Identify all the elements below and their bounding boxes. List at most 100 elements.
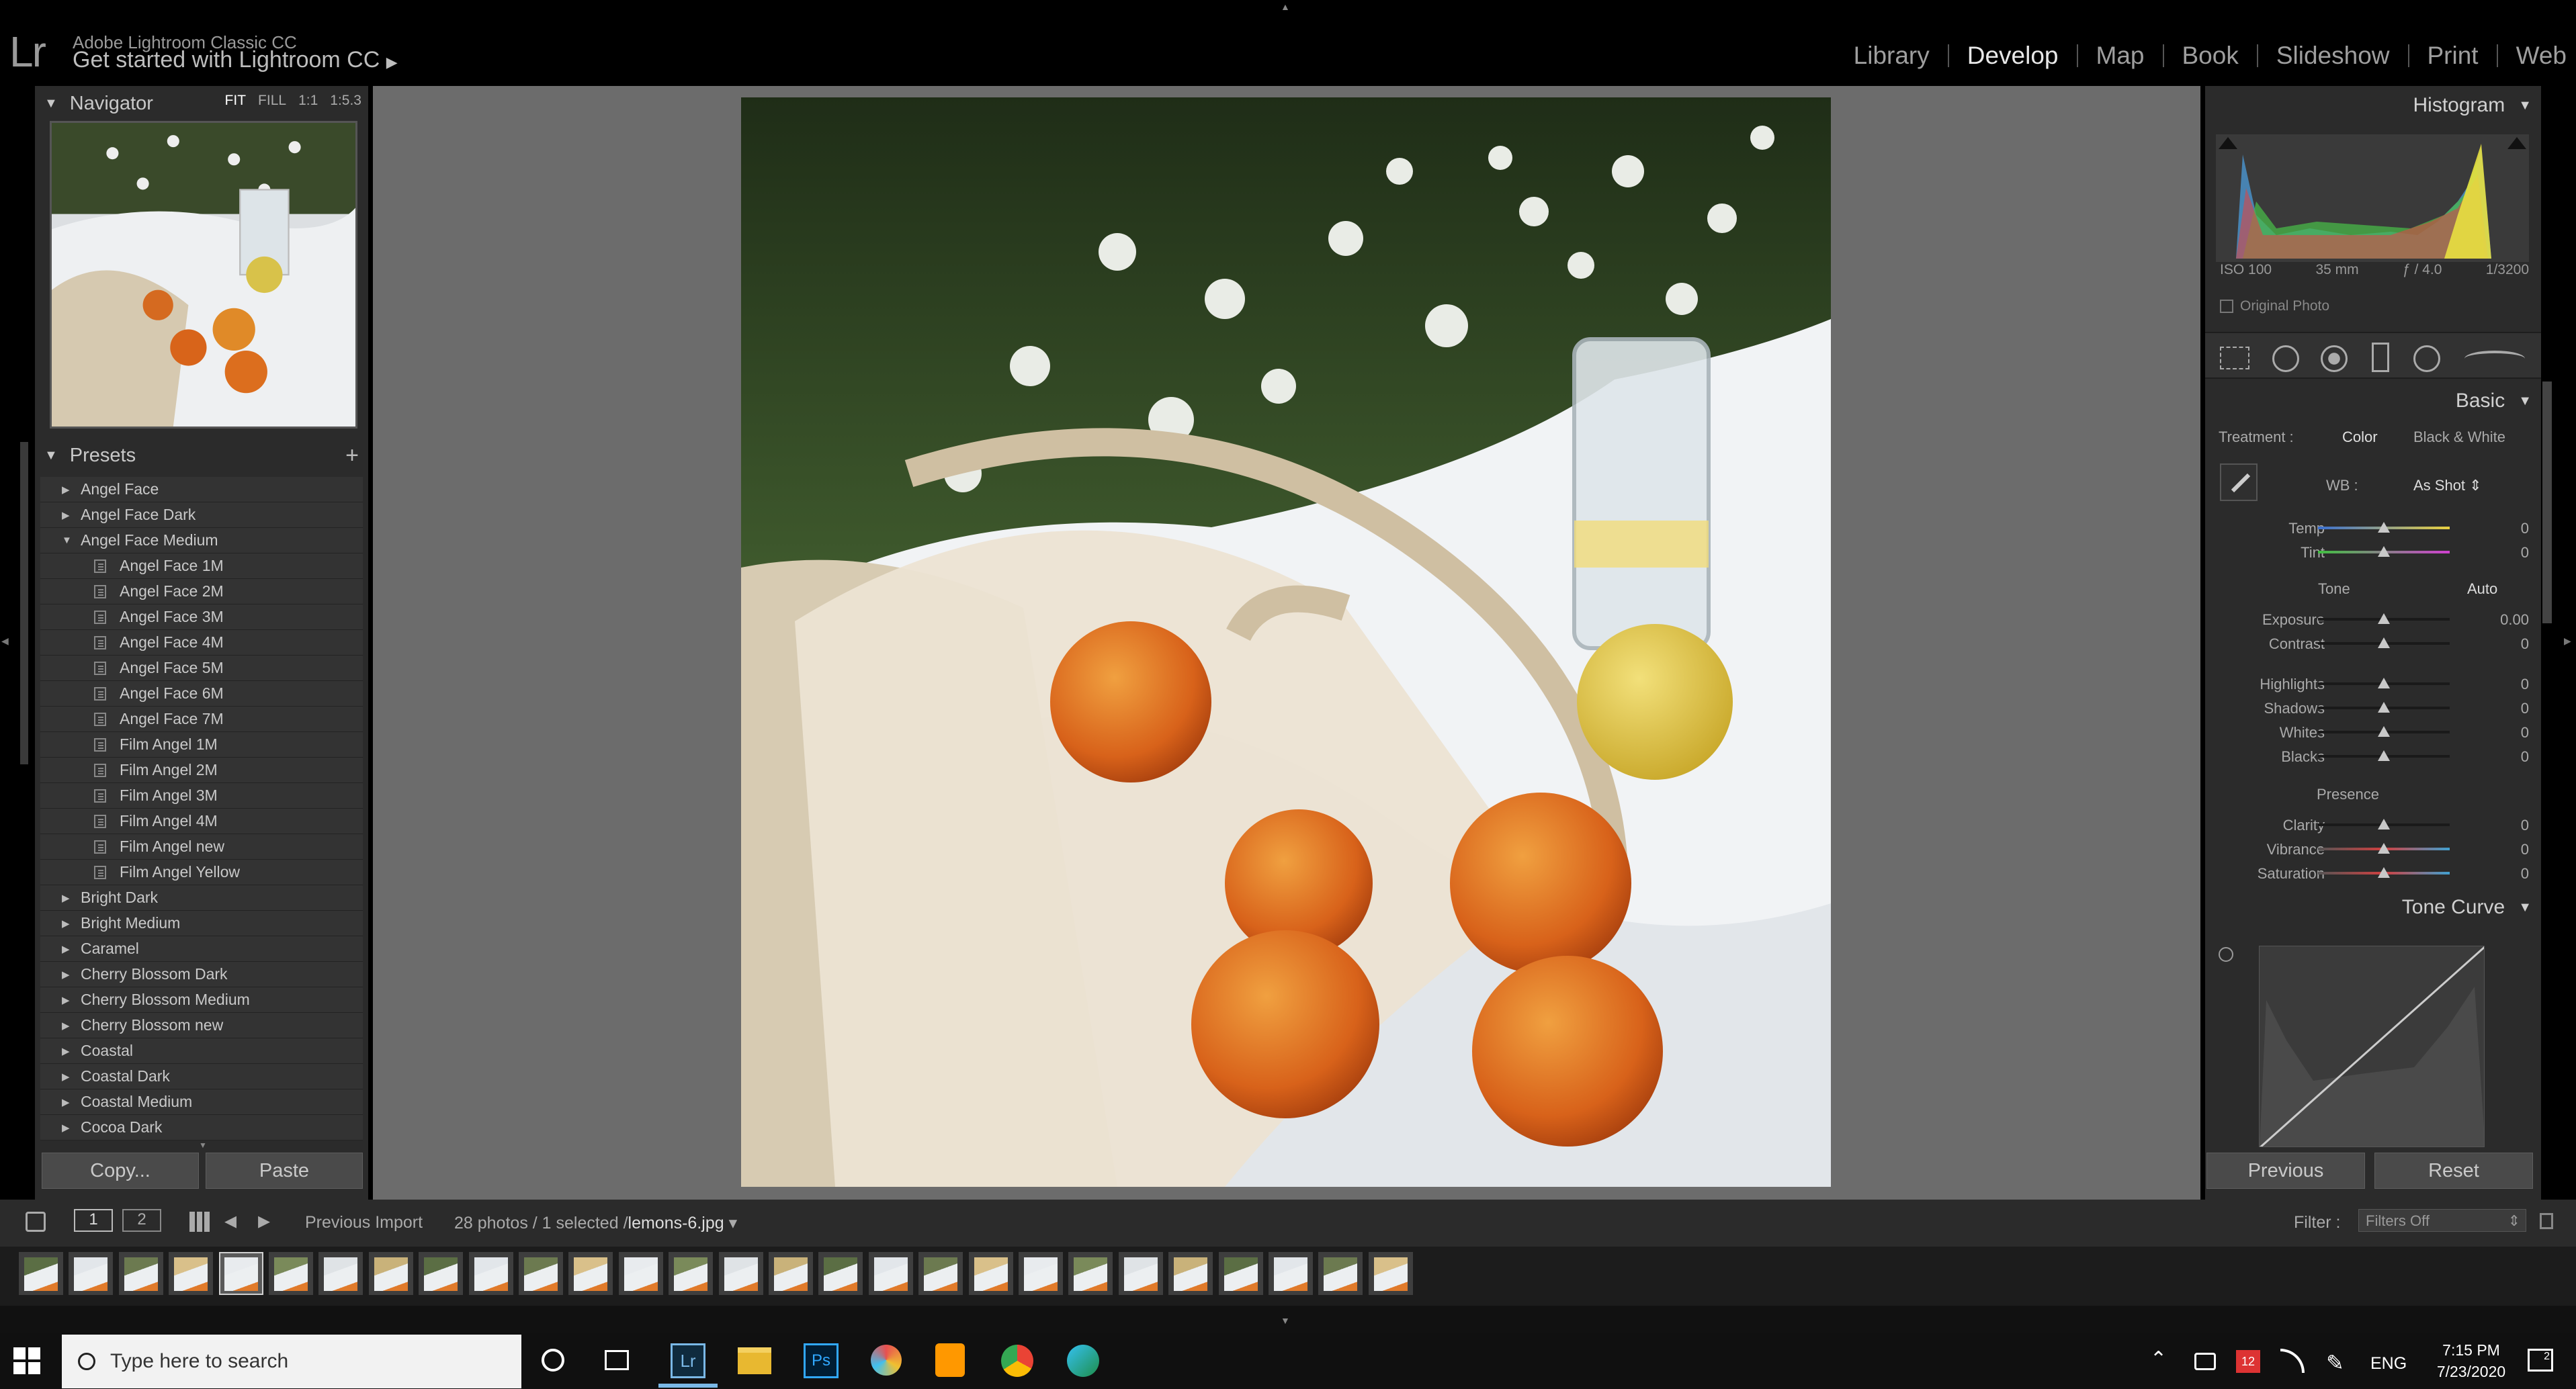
preset-folder[interactable]: ▶ Cherry Blossom Medium: [40, 987, 363, 1013]
main-photo[interactable]: [741, 97, 1831, 1187]
language-indicator[interactable]: ENG: [2370, 1354, 2407, 1374]
presets-header[interactable]: ▼ Presets +: [35, 439, 368, 472]
zoom-fit[interactable]: FIT: [225, 93, 247, 109]
chrome-icon[interactable]: [1001, 1345, 1033, 1377]
slider-knob[interactable]: [2378, 637, 2390, 648]
filmstrip-thumbnail[interactable]: [118, 1252, 163, 1295]
collapsed-triangle-icon[interactable]: ▶: [62, 1045, 71, 1057]
histogram-graph[interactable]: [2216, 134, 2529, 262]
filmstrip-thumbnail[interactable]: [968, 1252, 1013, 1295]
clock[interactable]: 7:15 PM 7/23/2020: [2424, 1339, 2518, 1382]
checkbox[interactable]: [2220, 300, 2233, 313]
preset-folder[interactable]: ▶ Cocoa Dark: [40, 1115, 363, 1140]
preset-item[interactable]: Angel Face 1M: [40, 553, 363, 579]
filmstrip-thumbnail[interactable]: [468, 1252, 513, 1295]
preset-item[interactable]: Angel Face 3M: [40, 604, 363, 630]
filmstrip-thumbnail[interactable]: [1318, 1252, 1363, 1295]
slider-value[interactable]: 0: [2521, 700, 2529, 717]
zoom-custom[interactable]: 1:5.3: [330, 93, 361, 109]
filmstrip-thumbnail[interactable]: [1269, 1252, 1313, 1295]
preset-folder[interactable]: ▶ Cherry Blossom new: [40, 1013, 363, 1038]
preset-folder[interactable]: ▶ Bright Medium: [40, 911, 363, 936]
secondary-display-icon[interactable]: [26, 1212, 46, 1232]
radial-filter-icon[interactable]: [2413, 345, 2440, 372]
preset-item[interactable]: Angel Face 6M: [40, 681, 363, 707]
preset-folder[interactable]: ▶ Angel Face: [40, 477, 363, 502]
right-scrollbar[interactable]: [2542, 382, 2552, 623]
preset-item[interactable]: Film Angel 4M: [40, 809, 363, 834]
main-window-1[interactable]: 1: [74, 1209, 113, 1232]
filmstrip-thumbnail[interactable]: [818, 1252, 863, 1295]
histogram-header[interactable]: Histogram ▼: [2205, 89, 2541, 122]
preset-item[interactable]: Film Angel 1M: [40, 732, 363, 758]
filmstrip-source[interactable]: Previous Import: [305, 1213, 423, 1233]
tray-chevron-icon[interactable]: ⌃: [2150, 1347, 2167, 1371]
task-view-icon[interactable]: [605, 1350, 629, 1370]
preset-folder[interactable]: ▶ Cherry Blossom Dark: [40, 962, 363, 987]
davinci-resolve-icon[interactable]: [871, 1345, 902, 1376]
module-web[interactable]: Web: [2496, 42, 2576, 70]
slider-value[interactable]: 0: [2521, 817, 2529, 834]
collapsed-triangle-icon[interactable]: ▶: [62, 1020, 71, 1032]
tone-curve-header[interactable]: Tone Curve ▼: [2205, 891, 2541, 924]
module-slideshow[interactable]: Slideshow: [2256, 42, 2409, 70]
expanded-triangle-icon[interactable]: ▼: [62, 535, 72, 546]
filmstrip-thumbnail[interactable]: [618, 1252, 663, 1295]
filmstrip-thumbnail[interactable]: [318, 1252, 363, 1295]
slider-knob[interactable]: [2378, 613, 2390, 624]
basic-header[interactable]: Basic ▼: [2205, 384, 2541, 418]
slider-knob[interactable]: [2378, 702, 2390, 713]
navigator-preview[interactable]: [50, 121, 357, 429]
collapsed-triangle-icon[interactable]: ▶: [62, 943, 71, 955]
filmstrip-thumbnail[interactable]: [69, 1252, 114, 1295]
crop-tool-icon[interactable]: [2220, 347, 2249, 369]
preset-folder[interactable]: ▶ Angel Face Dark: [40, 502, 363, 528]
preset-folder[interactable]: ▶ Coastal Dark: [40, 1064, 363, 1089]
back-arrow-icon[interactable]: ◂: [224, 1206, 237, 1235]
collapsed-triangle-icon[interactable]: ▶: [62, 1096, 71, 1108]
targeted-adjust-icon[interactable]: [2219, 947, 2233, 962]
lightroom-taskbar-icon[interactable]: Lr: [671, 1343, 705, 1378]
shadow-clipping-icon[interactable]: [2219, 137, 2237, 149]
filmstrip-thumbnail[interactable]: [1218, 1252, 1263, 1295]
filter-lock-icon[interactable]: [2540, 1213, 2553, 1229]
right-collapse-arrow-icon[interactable]: ▶: [2564, 635, 2571, 647]
presets-scroll-arrow-icon[interactable]: ▼: [199, 1140, 207, 1150]
mail-badge-icon[interactable]: 12: [2236, 1350, 2260, 1373]
original-photo-toggle[interactable]: Original Photo: [2220, 298, 2329, 314]
filmstrip-thumbnail[interactable]: [568, 1252, 613, 1295]
previous-button[interactable]: Previous: [2206, 1153, 2365, 1189]
slider-knob[interactable]: [2378, 678, 2390, 688]
filmstrip-thumbnail[interactable]: [1118, 1252, 1163, 1295]
collapse-top-arrow-icon[interactable]: ▲: [1281, 1, 1290, 12]
slider-knob[interactable]: [2378, 843, 2390, 854]
filmstrip-thumbnail[interactable]: [169, 1252, 214, 1295]
collapsed-triangle-icon[interactable]: ▶: [62, 969, 71, 981]
reset-button[interactable]: Reset: [2374, 1153, 2533, 1189]
treatment-color[interactable]: Color: [2342, 429, 2378, 446]
zoom-fill[interactable]: FILL: [258, 93, 286, 109]
filmstrip-thumbnail[interactable]: [868, 1252, 913, 1295]
tray-app-icon[interactable]: [2194, 1353, 2216, 1370]
slider-value[interactable]: 0: [2521, 520, 2529, 537]
spot-removal-icon[interactable]: [2272, 345, 2299, 372]
add-preset-icon[interactable]: +: [345, 443, 359, 469]
left-scrollbar[interactable]: [20, 442, 28, 764]
taskbar-search-box[interactable]: Type here to search: [62, 1335, 521, 1388]
preset-folder[interactable]: ▼ Angel Face Medium: [40, 528, 363, 553]
preset-item[interactable]: Angel Face 2M: [40, 579, 363, 604]
cortana-icon[interactable]: [542, 1349, 564, 1372]
module-print[interactable]: Print: [2407, 42, 2497, 70]
filmstrip-thumbnail[interactable]: [918, 1252, 963, 1295]
zoom-1-1[interactable]: 1:1: [298, 93, 318, 109]
forward-arrow-icon[interactable]: ▸: [258, 1206, 270, 1235]
left-collapse-arrow-icon[interactable]: ◀: [1, 635, 9, 647]
red-eye-icon[interactable]: [2321, 345, 2348, 372]
module-develop[interactable]: Develop: [1947, 42, 2077, 70]
edge-icon[interactable]: [1067, 1345, 1099, 1377]
filmstrip-thumbnail[interactable]: [218, 1252, 263, 1295]
preset-folder[interactable]: ▶ Coastal: [40, 1038, 363, 1064]
filter-select[interactable]: Filters Off ⇕: [2358, 1209, 2526, 1232]
filmstrip-thumbnail[interactable]: [1068, 1252, 1113, 1295]
tone-curve-graph[interactable]: [2259, 946, 2485, 1147]
